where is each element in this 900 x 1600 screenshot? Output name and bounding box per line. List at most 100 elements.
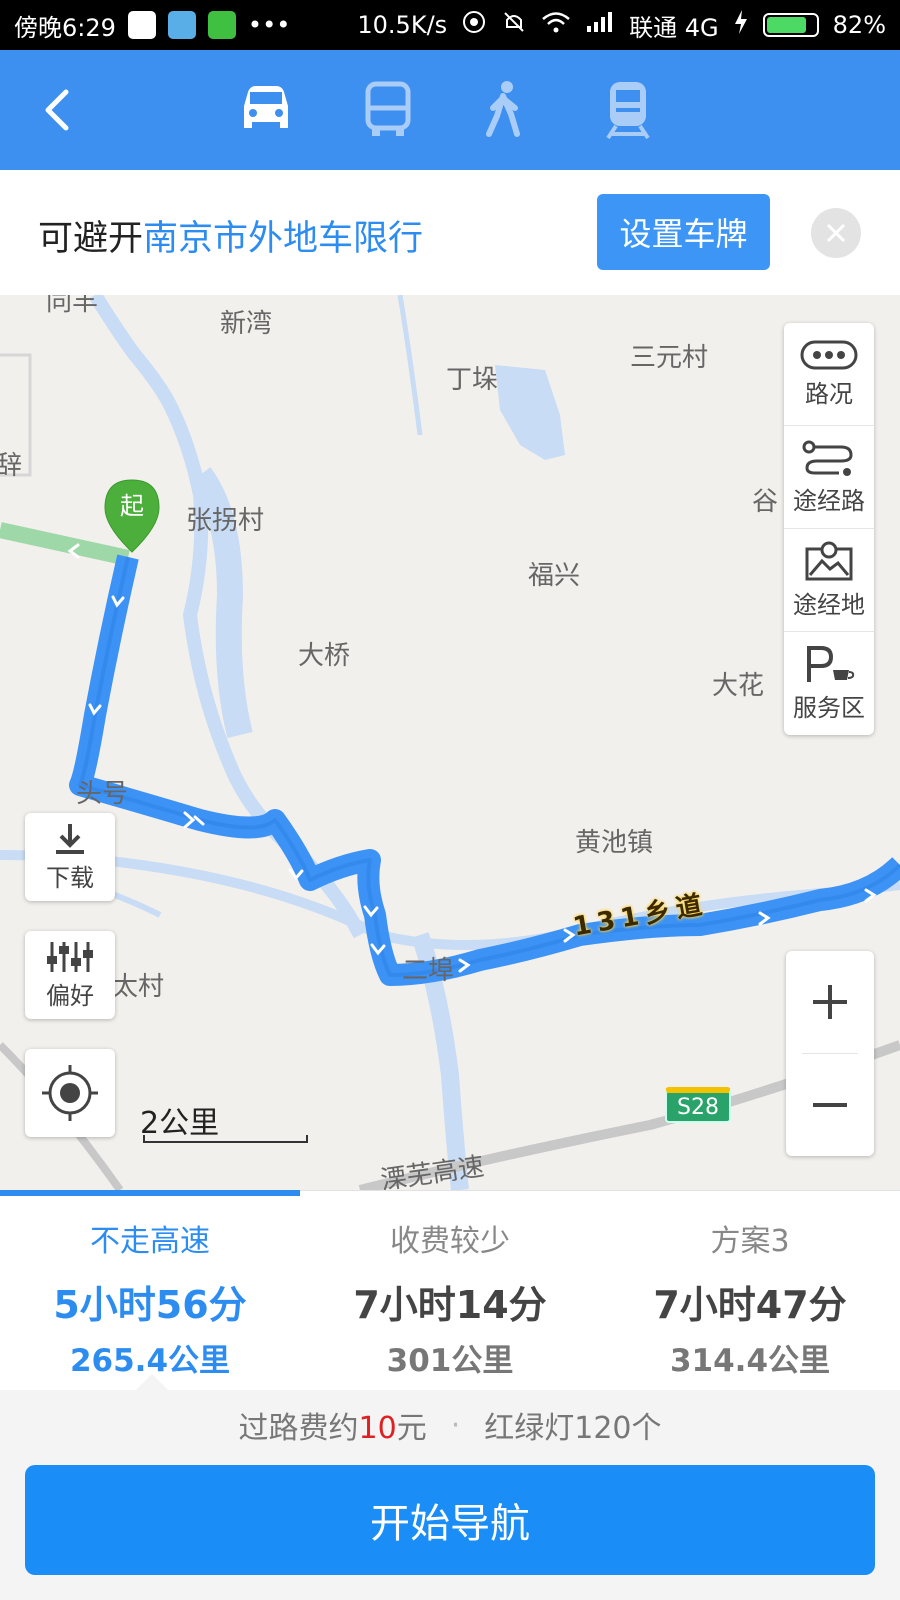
route-options: 不走高速 5小时56分 265.4公里 收费较少 7小时14分 301公里 方案…	[0, 1190, 900, 1390]
route-summary: 过路费约10元 · 红绿灯120个	[0, 1390, 900, 1460]
carrier-label: 联通 4G	[629, 13, 719, 42]
restriction-text: 可避开南京市外地车限行	[38, 210, 423, 261]
battery-percent: 82%	[832, 11, 886, 39]
toll-value: 10	[358, 1411, 397, 1446]
place-label: 太村	[112, 972, 165, 1002]
close-banner-button[interactable]	[811, 208, 861, 258]
train-icon	[606, 82, 650, 140]
place-label: 辞	[0, 451, 23, 481]
route-option-1[interactable]: 不走高速 5小时56分 265.4公里	[0, 1190, 300, 1390]
toll-unit: 元	[396, 1411, 427, 1446]
battery-app-icon	[207, 11, 236, 39]
qq-icon	[127, 11, 156, 39]
hotspot-icon	[461, 9, 487, 41]
service-area-button[interactable]: 服务区	[784, 632, 874, 735]
route-option-2[interactable]: 收费较少 7小时14分 301公里	[300, 1190, 600, 1390]
route-time: 7小时14分	[353, 1283, 547, 1327]
back-button[interactable]	[30, 80, 90, 140]
sliders-icon	[47, 941, 93, 972]
download-button[interactable]: 下载	[25, 813, 115, 901]
restriction-banner: 可避开南京市外地车限行 设置车牌	[0, 170, 900, 295]
service-area-label: 服务区	[793, 694, 865, 722]
signal-icon	[585, 10, 615, 40]
waypoint-place-button[interactable]: 途经地	[784, 529, 874, 632]
status-bar: 傍晚6:29 ••• 10.5K/s 联通 4G 82%	[0, 0, 900, 50]
place-label: 同羊	[46, 295, 99, 317]
zoom-in-button[interactable]	[786, 951, 874, 1053]
place-label: 谷	[752, 487, 779, 517]
start-marker[interactable]: 起	[103, 478, 161, 554]
more-notifications-icon: •••	[247, 11, 291, 39]
waypoint-road-button[interactable]: 途经路	[784, 426, 874, 529]
download-icon	[56, 823, 84, 854]
tab-bus[interactable]	[356, 78, 420, 142]
route-name: 方案3	[710, 1224, 790, 1259]
waypoint-place-icon	[805, 541, 853, 580]
start-marker-label: 起	[120, 492, 144, 520]
status-time: 傍晚6:29	[14, 13, 116, 42]
route-distance: 301公里	[386, 1343, 514, 1379]
waypoint-place-label: 途经地	[793, 590, 865, 619]
locate-icon	[42, 1065, 98, 1121]
traffic-button[interactable]: 路况	[784, 323, 874, 426]
map-canvas	[0, 295, 900, 1190]
minus-icon	[813, 1103, 847, 1107]
download-label: 下载	[46, 863, 94, 892]
car-icon	[244, 86, 288, 128]
toll-info: 过路费约10元	[239, 1403, 427, 1447]
zoom-out-button[interactable]	[786, 1054, 874, 1156]
restriction-city[interactable]: 南京市外地车限行	[143, 219, 423, 259]
tab-walk[interactable]	[473, 78, 537, 142]
battery-icon	[762, 13, 819, 37]
toll-prefix: 过路费约	[238, 1411, 359, 1446]
service-area-icon	[807, 646, 855, 682]
place-label: 三元村	[630, 343, 709, 373]
telegram-icon	[167, 11, 196, 39]
traffic-icon	[800, 340, 858, 369]
chevron-left-icon	[45, 89, 69, 131]
tab-train[interactable]	[596, 78, 660, 142]
charging-icon	[733, 9, 749, 41]
place-label: 二埠	[402, 956, 455, 986]
map-tools-panel: 路况 途经路 途经地 服务区	[784, 323, 874, 735]
traffic-lights-info: 红绿灯120个	[484, 1411, 662, 1446]
separator: ·	[450, 1407, 461, 1443]
start-navigation-button[interactable]: 开始导航	[25, 1465, 875, 1575]
map-view[interactable]: 起 同羊 新湾 丁垛 三元村 辞 张拐村 谷 福兴 大桥 大花 头号 黄池镇 二…	[0, 295, 900, 1190]
route-time: 5小时56分	[53, 1283, 247, 1327]
bus-icon	[365, 81, 411, 136]
network-speed: 10.5K/s	[357, 11, 448, 39]
place-label: 大花	[712, 671, 765, 701]
transport-mode-bar	[0, 50, 900, 170]
wifi-icon	[541, 10, 571, 40]
close-icon	[826, 223, 846, 243]
walk-icon	[486, 81, 520, 137]
route-distance: 314.4公里	[669, 1343, 831, 1379]
place-label: 丁垛	[446, 365, 499, 395]
mute-icon	[501, 9, 527, 41]
preference-button[interactable]: 偏好	[25, 931, 115, 1019]
locate-button[interactable]	[25, 1049, 115, 1137]
set-plate-button[interactable]: 设置车牌	[597, 194, 770, 270]
route-name: 收费较少	[390, 1224, 510, 1259]
selected-route-caret	[136, 1374, 168, 1390]
route-option-3[interactable]: 方案3 7小时47分 314.4公里	[600, 1190, 900, 1390]
place-label: 福兴	[528, 561, 581, 591]
waypoint-road-icon	[802, 440, 853, 476]
zoom-control	[786, 951, 874, 1156]
preference-label: 偏好	[46, 981, 94, 1010]
place-label: 张拐村	[186, 506, 265, 536]
traffic-label: 路况	[805, 379, 853, 408]
tab-car[interactable]	[234, 78, 298, 142]
plus-icon	[813, 985, 847, 1019]
scale-bar	[143, 1135, 308, 1143]
place-label: 大桥	[298, 641, 351, 671]
highway-shield: S28	[665, 1087, 731, 1123]
route-time: 7小时47分	[653, 1283, 847, 1327]
route-name: 不走高速	[90, 1224, 210, 1259]
place-label: 黄池镇	[575, 828, 654, 858]
restriction-prefix: 可避开	[38, 219, 144, 259]
waypoint-road-label: 途经路	[793, 486, 865, 515]
place-label: 新湾	[220, 309, 273, 339]
place-label: 头号	[76, 779, 129, 809]
